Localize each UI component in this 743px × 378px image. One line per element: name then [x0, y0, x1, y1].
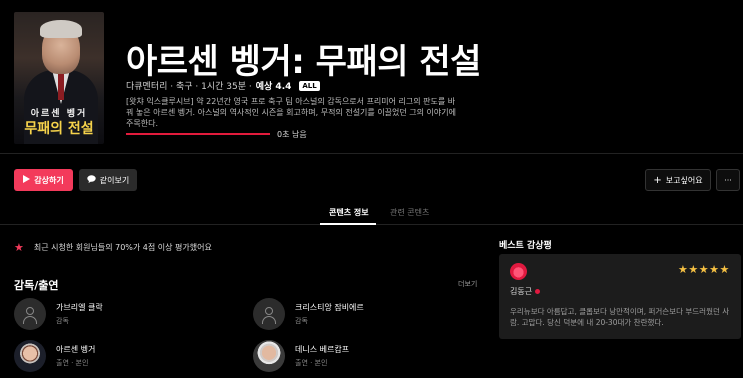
chat-bubble-icon — [87, 175, 96, 185]
synopsis: [왓챠 익스클루시브] 약 22년간 영국 프로 축구 팀 아스널의 감독으로서… — [126, 97, 456, 128]
reviewer-name: 김동근 — [510, 286, 541, 297]
tab-content-info[interactable]: 콘텐츠 정보 — [329, 207, 369, 218]
meta-text: 다큐멘터리 · 축구 · 1시간 35분 · — [126, 82, 252, 92]
poster-image: 아르센 벵거 무패의 전설 — [14, 12, 104, 144]
review-text: 우리뉴보다 아름답고, 클롭보다 낭만적이며, 퍼거슨보다 부드러웠던 사람. … — [510, 307, 730, 327]
cast-item[interactable]: 아르센 벵거 출연 · 본인 — [14, 340, 95, 372]
cast-role: 출연 · 본인 — [295, 359, 328, 367]
active-tab-indicator — [320, 223, 376, 225]
cast-role: 감독 — [295, 317, 308, 325]
watch-together-label: 같이보기 — [99, 175, 130, 185]
content-tabs: 콘텐츠 정보 관련 콘텐츠 — [0, 200, 743, 225]
plus-icon: + — [653, 174, 662, 186]
best-reviews-heading: 베스트 감상평 — [499, 241, 552, 251]
watch-button[interactable]: 감상하기 — [14, 169, 73, 191]
wishlist-label: 보고싶어요 — [665, 175, 703, 185]
expected-score: 예상 4.4 — [255, 82, 292, 92]
user-placeholder-icon — [265, 307, 273, 315]
cast-item[interactable]: 데니스 베르캄프 출연 · 본인 — [253, 340, 349, 372]
tab-related-content[interactable]: 관련 콘텐츠 — [390, 207, 429, 218]
cast-name: 가브리엘 클락 — [56, 303, 103, 312]
cast-more-link[interactable]: 더보기 — [458, 279, 477, 289]
watch-progress-bar — [126, 133, 270, 135]
divider — [0, 153, 743, 154]
cast-heading: 감독/출연 — [14, 279, 59, 292]
cast-item[interactable]: 가브리엘 클락 감독 — [14, 298, 103, 330]
watch-button-label: 감상하기 — [34, 175, 64, 185]
watch-progress-fill — [126, 133, 270, 135]
review-card[interactable]: ★★★★★ 김동근 우리뉴보다 아름답고, 클롭보다 낭만적이며, 퍼거슨보다 … — [499, 254, 741, 339]
more-options-button[interactable]: ··· — [716, 169, 740, 191]
cast-item[interactable]: 크리스티앙 잠비에르 감독 — [253, 298, 364, 330]
user-placeholder-icon — [26, 307, 34, 315]
cast-name: 크리스티앙 잠비에르 — [295, 303, 364, 312]
verified-mark-icon — [535, 289, 541, 294]
reviewer-name-text: 김동근 — [510, 287, 533, 296]
poster-hair — [40, 20, 82, 38]
meta-info: 다큐멘터리 · 축구 · 1시간 35분 · 예상 4.4 ALL — [126, 79, 320, 92]
cast-role: 출연 · 본인 — [56, 359, 89, 367]
poster-tie — [58, 74, 64, 100]
reviewer-avatar — [510, 263, 527, 280]
page-title: 아르센 벵거: 무패의 전설 — [126, 42, 481, 82]
age-rating-badge: ALL — [299, 80, 320, 91]
cast-name: 데니스 베르캄프 — [295, 345, 350, 354]
more-dots-icon: ··· — [724, 175, 732, 185]
review-stars: ★★★★★ — [678, 263, 730, 276]
rating-notice: ★ 최근 시청한 회원님들의 70%가 4점 이상 평가했어요 — [14, 241, 212, 254]
watch-together-button[interactable]: 같이보기 — [79, 169, 137, 191]
cast-role: 감독 — [56, 317, 69, 325]
poster-title-line2: 무패의 전설 — [24, 121, 94, 137]
wishlist-button[interactable]: + 보고싶어요 — [645, 169, 711, 191]
remaining-time: 0초 남음 — [277, 130, 307, 139]
user-placeholder-body — [23, 316, 37, 324]
avatar — [14, 340, 46, 372]
play-icon — [23, 175, 31, 185]
rating-notice-text: 최근 시청한 회원님들의 70%가 4점 이상 평가했어요 — [33, 243, 212, 252]
user-placeholder-body — [262, 316, 276, 324]
star-icon: ★ — [14, 241, 24, 254]
avatar — [253, 298, 285, 330]
avatar — [14, 298, 46, 330]
cast-name: 아르센 벵거 — [56, 345, 96, 354]
avatar — [253, 340, 285, 372]
